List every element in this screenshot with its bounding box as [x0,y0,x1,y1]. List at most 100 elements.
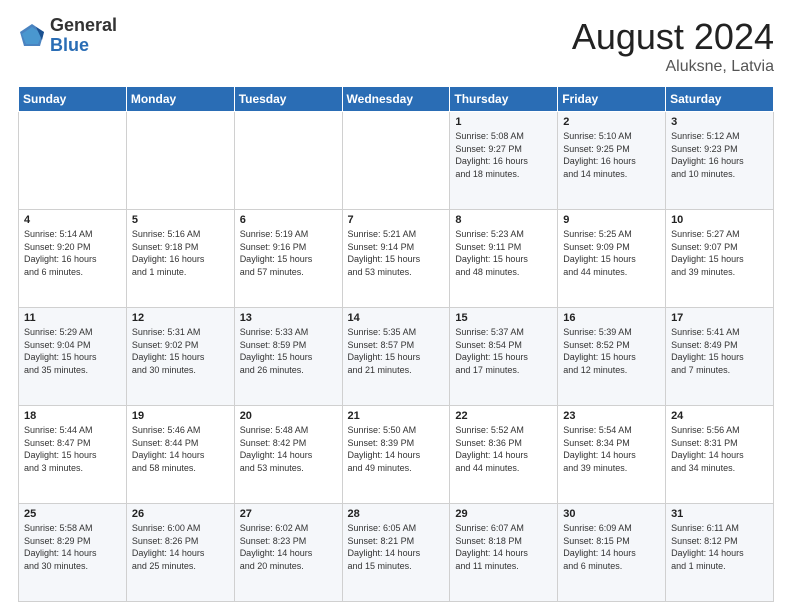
title-area: August 2024 Aluksne, Latvia [572,16,774,76]
day-info: Sunrise: 6:07 AM Sunset: 8:18 PM Dayligh… [455,522,552,572]
table-row: 19Sunrise: 5:46 AM Sunset: 8:44 PM Dayli… [126,406,234,504]
day-number: 1 [455,116,552,128]
day-number: 24 [671,410,768,422]
header-tuesday: Tuesday [234,87,342,112]
day-number: 18 [24,410,121,422]
logo-text: General Blue [50,16,117,56]
day-info: Sunrise: 5:54 AM Sunset: 8:34 PM Dayligh… [563,424,660,474]
calendar-week-row: 18 Sunrise: 5:44 AM Sunset: 8:47 PM Dayli… [19,406,774,504]
day-number: 29 [455,508,552,520]
day-number: 5 [132,214,229,226]
day-info: Sunrise: 6:02 AM Sunset: 8:23 PM Dayligh… [240,522,337,572]
table-row: 31 Sunrise: 6:11 AM Sunset: 8:12 PM Dayli… [666,504,774,602]
day-info: Sunrise: 5:33 AM Sunset: 8:59 PM Dayligh… [240,326,337,376]
calendar-table: Sunday Monday Tuesday Wednesday Thursday… [18,86,774,602]
header-saturday: Saturday [666,87,774,112]
table-row: 3 Sunrise: 5:12 AM Sunset: 9:23 PM Daylig… [666,112,774,210]
table-row: 17Sunrise: 5:41 AM Sunset: 8:49 PM Dayli… [666,308,774,406]
table-row: 14Sunrise: 5:35 AM Sunset: 8:57 PM Dayli… [342,308,450,406]
day-number: 23 [563,410,660,422]
day-number: 12 [132,312,229,324]
day-info: Sunrise: 5:25 AM Sunset: 9:09 PM Dayligh… [563,228,660,278]
day-number: 15 [455,312,552,324]
table-row: 5 Sunrise: 5:16 AM Sunset: 9:18 PM Daylig… [126,210,234,308]
table-row: 28 Sunrise: 6:05 AM Sunset: 8:21 PM Dayli… [342,504,450,602]
table-row: 18 Sunrise: 5:44 AM Sunset: 8:47 PM Dayli… [19,406,127,504]
day-number: 8 [455,214,552,226]
day-info: Sunrise: 5:31 AM Sunset: 9:02 PM Dayligh… [132,326,229,376]
table-row: 24 Sunrise: 5:56 AM Sunset: 8:31 PM Dayli… [666,406,774,504]
table-row: 23 Sunrise: 5:54 AM Sunset: 8:34 PM Dayli… [558,406,666,504]
location-subtitle: Aluksne, Latvia [572,58,774,76]
table-row: 12 Sunrise: 5:31 AM Sunset: 9:02 PM Dayli… [126,308,234,406]
day-info: Sunrise: 5:58 AM Sunset: 8:29 PM Dayligh… [24,522,121,572]
day-number: 7 [348,214,445,226]
day-number: 3 [671,116,768,128]
table-row: 7Sunrise: 5:21 AM Sunset: 9:14 PM Daylig… [342,210,450,308]
day-info: Sunrise: 5:23 AM Sunset: 9:11 PM Dayligh… [455,228,552,278]
table-row [19,112,127,210]
table-row: 20 Sunrise: 5:48 AM Sunset: 8:42 PM Dayli… [234,406,342,504]
day-number: 27 [240,508,337,520]
day-number: 10 [671,214,768,226]
table-row [234,112,342,210]
calendar-header-row: Sunday Monday Tuesday Wednesday Thursday… [19,87,774,112]
table-row: 22 Sunrise: 5:52 AM Sunset: 8:36 PM Dayli… [450,406,558,504]
logo-general: General [50,16,117,36]
day-number: 2 [563,116,660,128]
day-number: 19 [132,410,229,422]
header-friday: Friday [558,87,666,112]
day-number: 21 [348,410,445,422]
day-info: Sunrise: 5:37 AM Sunset: 8:54 PM Dayligh… [455,326,552,376]
day-info: Sunrise: 6:11 AM Sunset: 8:12 PM Dayligh… [671,522,768,572]
table-row [342,112,450,210]
table-row: 13 Sunrise: 5:33 AM Sunset: 8:59 PM Dayli… [234,308,342,406]
table-row: 1 Sunrise: 5:08 AM Sunset: 9:27 PM Daylig… [450,112,558,210]
day-info: Sunrise: 5:16 AM Sunset: 9:18 PM Dayligh… [132,228,229,278]
table-row: 8 Sunrise: 5:23 AM Sunset: 9:11 PM Daylig… [450,210,558,308]
day-number: 28 [348,508,445,520]
day-info: Sunrise: 6:09 AM Sunset: 8:15 PM Dayligh… [563,522,660,572]
table-row: 15 Sunrise: 5:37 AM Sunset: 8:54 PM Dayli… [450,308,558,406]
day-info: Sunrise: 5:44 AM Sunset: 8:47 PM Dayligh… [24,424,121,474]
table-row: 10 Sunrise: 5:27 AM Sunset: 9:07 PM Dayli… [666,210,774,308]
calendar-week-row: 11Sunrise: 5:29 AM Sunset: 9:04 PM Dayli… [19,308,774,406]
table-row: 9 Sunrise: 5:25 AM Sunset: 9:09 PM Daylig… [558,210,666,308]
day-info: Sunrise: 6:05 AM Sunset: 8:21 PM Dayligh… [348,522,445,572]
table-row: 26Sunrise: 6:00 AM Sunset: 8:26 PM Dayli… [126,504,234,602]
calendar-week-row: 4Sunrise: 5:14 AM Sunset: 9:20 PM Daylig… [19,210,774,308]
logo-icon [18,22,46,50]
day-number: 20 [240,410,337,422]
day-number: 17 [671,312,768,324]
day-info: Sunrise: 5:52 AM Sunset: 8:36 PM Dayligh… [455,424,552,474]
day-info: Sunrise: 5:50 AM Sunset: 8:39 PM Dayligh… [348,424,445,474]
table-row: 25 Sunrise: 5:58 AM Sunset: 8:29 PM Dayli… [19,504,127,602]
day-number: 25 [24,508,121,520]
day-info: Sunrise: 5:14 AM Sunset: 9:20 PM Dayligh… [24,228,121,278]
logo: General Blue [18,16,117,56]
header-thursday: Thursday [450,87,558,112]
table-row: 16Sunrise: 5:39 AM Sunset: 8:52 PM Dayli… [558,308,666,406]
day-info: Sunrise: 5:08 AM Sunset: 9:27 PM Dayligh… [455,130,552,180]
header-sunday: Sunday [19,87,127,112]
day-info: Sunrise: 5:27 AM Sunset: 9:07 PM Dayligh… [671,228,768,278]
logo-blue: Blue [50,36,117,56]
header: General Blue August 2024 Aluksne, Latvia [18,16,774,76]
month-year-title: August 2024 [572,16,774,58]
day-info: Sunrise: 5:10 AM Sunset: 9:25 PM Dayligh… [563,130,660,180]
header-monday: Monday [126,87,234,112]
day-info: Sunrise: 5:29 AM Sunset: 9:04 PM Dayligh… [24,326,121,376]
day-number: 13 [240,312,337,324]
day-number: 22 [455,410,552,422]
day-number: 31 [671,508,768,520]
day-info: Sunrise: 5:48 AM Sunset: 8:42 PM Dayligh… [240,424,337,474]
day-info: Sunrise: 5:39 AM Sunset: 8:52 PM Dayligh… [563,326,660,376]
day-info: Sunrise: 5:12 AM Sunset: 9:23 PM Dayligh… [671,130,768,180]
day-number: 14 [348,312,445,324]
calendar-week-row: 1 Sunrise: 5:08 AM Sunset: 9:27 PM Daylig… [19,112,774,210]
day-number: 9 [563,214,660,226]
table-row: 2 Sunrise: 5:10 AM Sunset: 9:25 PM Daylig… [558,112,666,210]
table-row: 27 Sunrise: 6:02 AM Sunset: 8:23 PM Dayli… [234,504,342,602]
calendar-week-row: 25 Sunrise: 5:58 AM Sunset: 8:29 PM Dayli… [19,504,774,602]
day-info: Sunrise: 5:56 AM Sunset: 8:31 PM Dayligh… [671,424,768,474]
